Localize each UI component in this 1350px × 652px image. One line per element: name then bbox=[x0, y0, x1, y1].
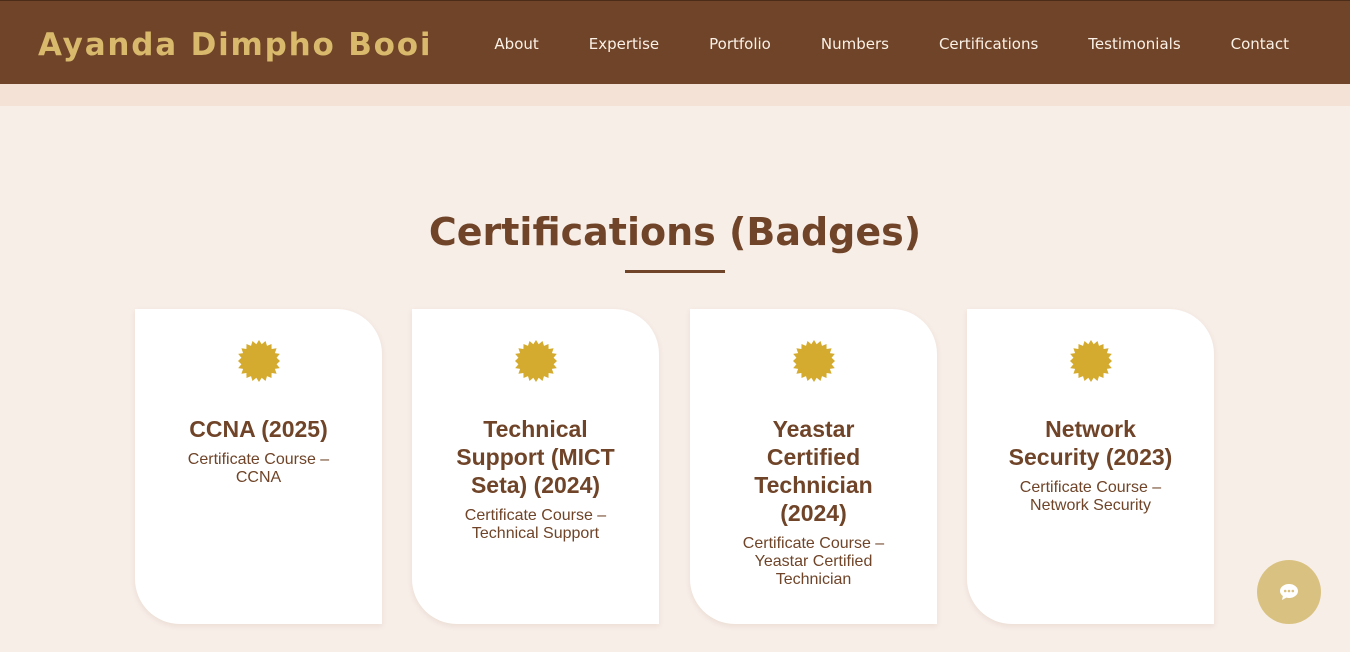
card-title: CCNA (2025) Certificate Course – CCNA bbox=[135, 415, 382, 487]
card-title-text: CCNA (2025) bbox=[189, 416, 328, 442]
card-title-text: Yeastar Certified Technician (2024) bbox=[754, 416, 873, 526]
title-underline bbox=[625, 270, 725, 273]
card-title: Yeastar Certified Technician (2024) Cert… bbox=[690, 415, 937, 589]
certification-card: Yeastar Certified Technician (2024) Cert… bbox=[690, 309, 937, 624]
card-description: Certificate Course – CCNA bbox=[187, 451, 330, 486]
badge-icon bbox=[793, 340, 835, 382]
card-title-text: Network Security (2023) bbox=[1008, 416, 1173, 470]
badge-icon bbox=[238, 340, 280, 382]
nav-link-portfolio[interactable]: Portfolio bbox=[709, 35, 771, 53]
card-title: Network Security (2023) Certificate Cour… bbox=[967, 415, 1214, 515]
nav-link-about[interactable]: About bbox=[494, 35, 538, 53]
site-logo-text[interactable]: Ayanda Dimpho Booi bbox=[38, 27, 432, 63]
nav-link-contact[interactable]: Contact bbox=[1231, 35, 1289, 53]
certification-card: CCNA (2025) Certificate Course – CCNA bbox=[135, 309, 382, 624]
navbar: Ayanda Dimpho Booi About Expertise Portf… bbox=[0, 0, 1350, 84]
nav-link-numbers[interactable]: Numbers bbox=[821, 35, 889, 53]
main-nav: About Expertise Portfolio Numbers Certif… bbox=[494, 35, 1289, 54]
card-description: Certificate Course – Yeastar Certified T… bbox=[742, 535, 885, 588]
badge-icon bbox=[515, 340, 557, 382]
chat-button[interactable] bbox=[1257, 560, 1321, 624]
nav-link-expertise[interactable]: Expertise bbox=[589, 35, 659, 53]
badge-icon bbox=[1070, 340, 1112, 382]
chat-icon bbox=[1280, 584, 1298, 600]
header-divider-strip bbox=[0, 84, 1350, 106]
certification-card: Technical Support (MICT Seta) (2024) Cer… bbox=[412, 309, 659, 624]
card-description: Certificate Course – Network Security bbox=[1019, 479, 1162, 514]
nav-link-testimonials[interactable]: Testimonials bbox=[1088, 35, 1180, 53]
nav-link-certifications[interactable]: Certifications bbox=[939, 35, 1038, 53]
certification-card: Network Security (2023) Certificate Cour… bbox=[967, 309, 1214, 624]
card-title: Technical Support (MICT Seta) (2024) Cer… bbox=[412, 415, 659, 543]
card-title-text: Technical Support (MICT Seta) (2024) bbox=[456, 416, 615, 498]
section-title: Certifications (Badges) bbox=[428, 210, 922, 254]
card-description: Certificate Course – Technical Support bbox=[464, 507, 607, 542]
